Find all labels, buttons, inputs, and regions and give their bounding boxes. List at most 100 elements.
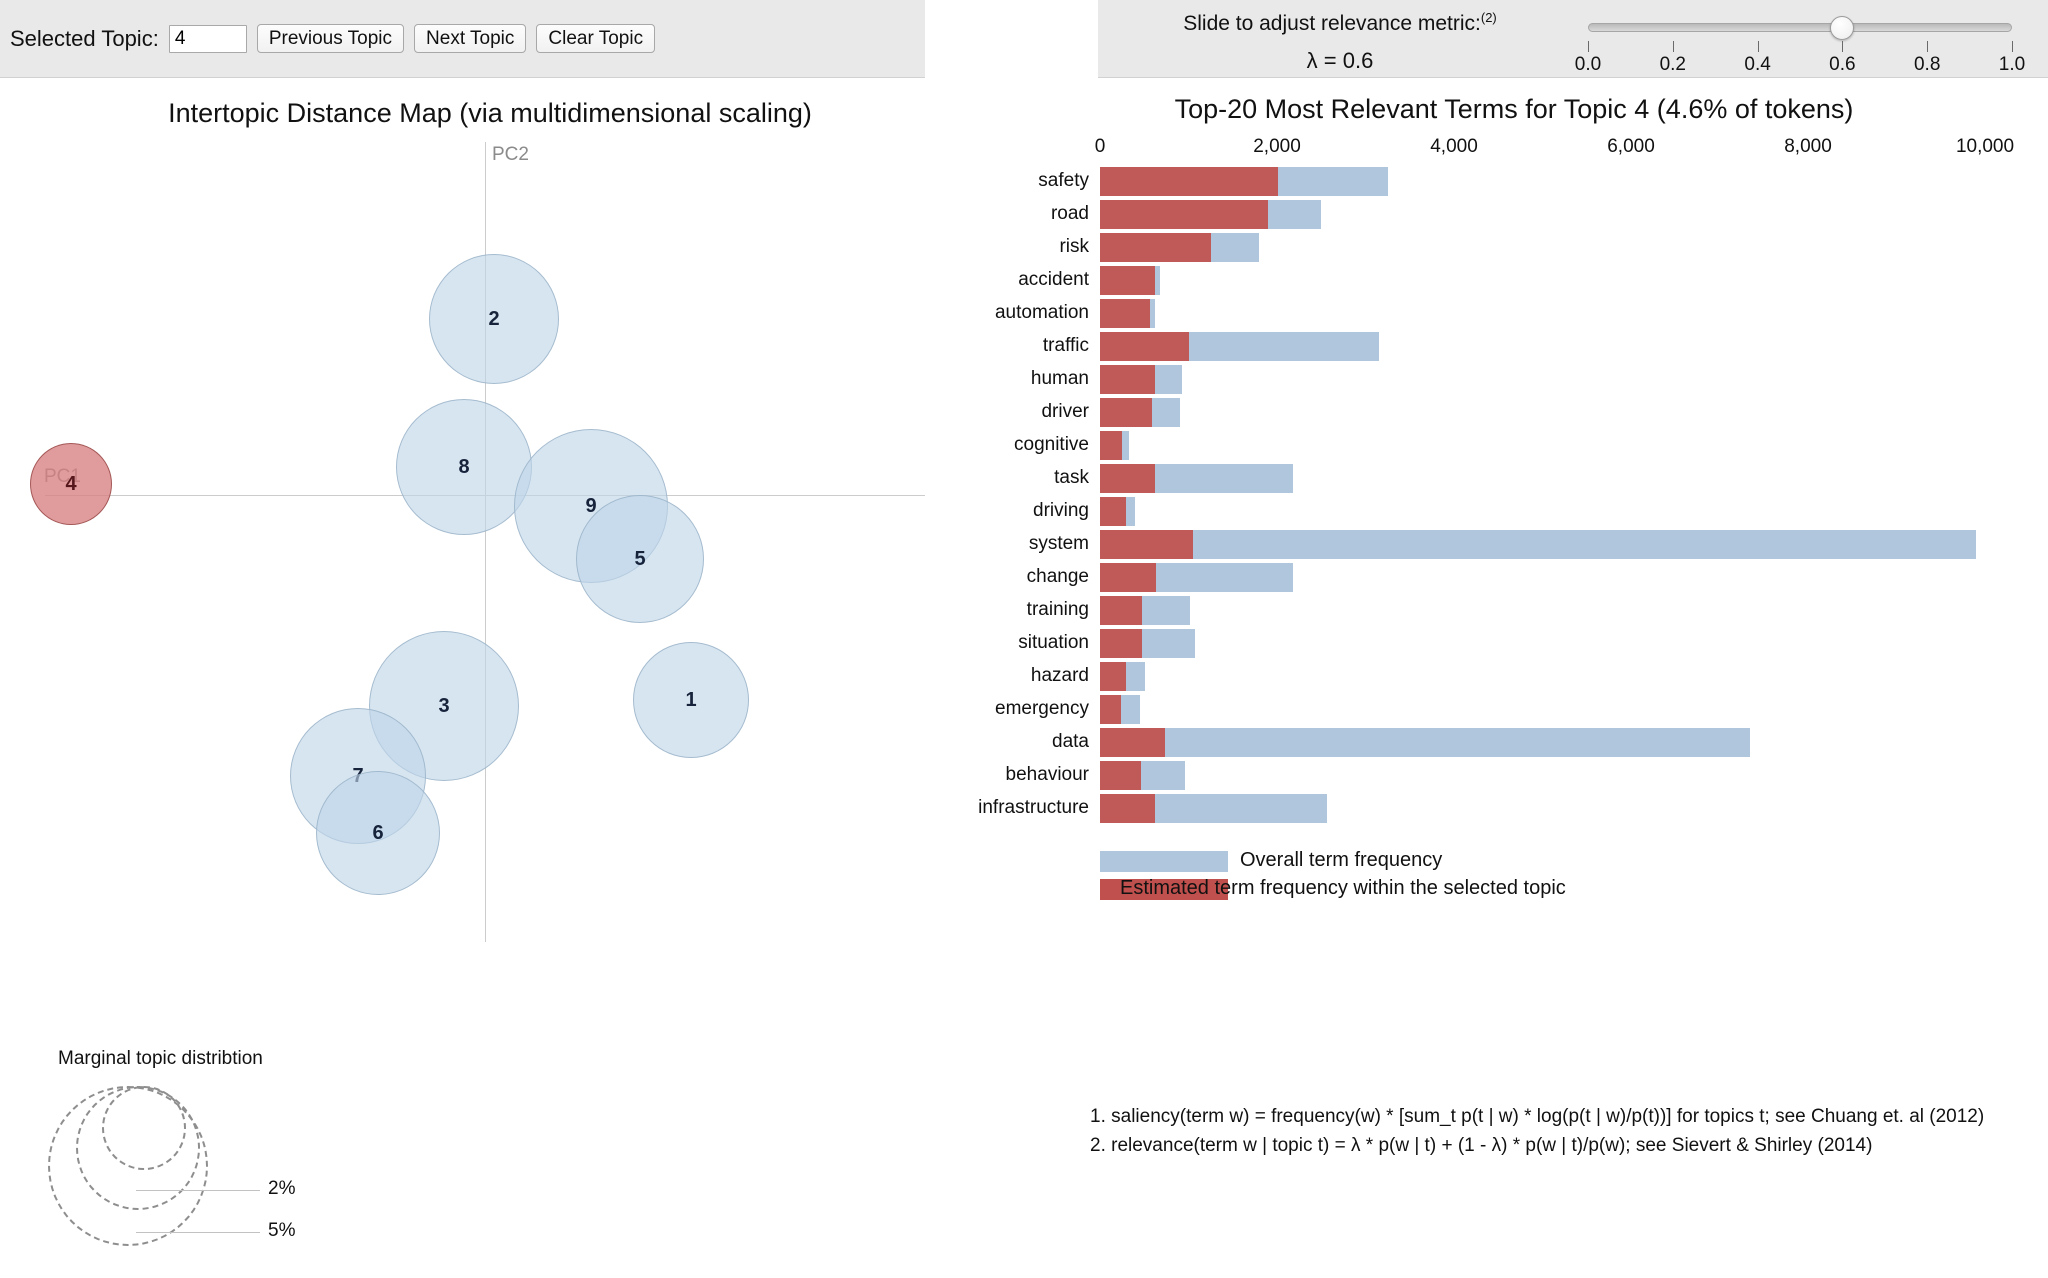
overall-frequency-bar[interactable] (1100, 728, 1751, 757)
term-bar-stack (1100, 200, 1322, 229)
term-label[interactable]: data (898, 731, 1098, 753)
selected-topic-frequency-bar[interactable] (1100, 398, 1153, 427)
term-label[interactable]: behaviour (898, 764, 1098, 786)
term-bar-row[interactable]: hazard (980, 661, 2048, 694)
term-label[interactable]: hazard (898, 665, 1098, 687)
selected-topic-frequency-bar[interactable] (1100, 728, 1165, 757)
selected-topic-input[interactable] (168, 24, 247, 53)
barchart-legend-row: Overall term frequency (1100, 848, 2000, 876)
term-bar-row[interactable]: driving (980, 496, 2048, 529)
selected-topic-label: Selected Topic: (10, 25, 159, 51)
footnote-relevance: 2. relevance(term w | topic t) = λ * p(w… (1090, 1135, 1873, 1156)
term-label[interactable]: traffic (898, 335, 1098, 357)
term-bar-row[interactable]: behaviour (980, 760, 2048, 793)
selected-topic-frequency-bar[interactable] (1100, 563, 1156, 592)
topic-bubble-8[interactable]: 8 (396, 399, 532, 535)
clear-topic-button[interactable]: Clear Topic (536, 24, 656, 53)
term-bar-row[interactable]: training (980, 595, 2048, 628)
term-label[interactable]: change (898, 566, 1098, 588)
slider-handle[interactable] (1830, 16, 1855, 40)
overall-frequency-bar[interactable] (1100, 530, 1977, 559)
term-bar-row[interactable]: human (980, 364, 2048, 397)
selected-topic-frequency-bar[interactable] (1100, 794, 1155, 823)
selected-topic-frequency-bar[interactable] (1100, 662, 1126, 691)
term-label[interactable]: infrastructure (898, 797, 1098, 819)
topic-bubble-label: 8 (458, 455, 470, 478)
selected-topic-frequency-bar[interactable] (1100, 167, 1278, 196)
term-bar-stack (1100, 695, 1140, 724)
term-bar-row[interactable]: situation (980, 628, 2048, 661)
legend-label-selected: Estimated term frequency within the sele… (1120, 877, 1566, 899)
selected-topic-frequency-bar[interactable] (1100, 332, 1190, 361)
selected-topic-frequency-bar[interactable] (1100, 200, 1269, 229)
term-bar-row[interactable]: safety (980, 166, 2048, 199)
term-label[interactable]: safety (898, 170, 1098, 192)
lambda-slider[interactable]: 0.0 0.2 0.4 0.6 0.8 1.0 (1575, 8, 2026, 76)
selected-topic-frequency-bar[interactable] (1100, 464, 1155, 493)
topic-bubble-2[interactable]: 2 (429, 254, 559, 384)
selected-topic-frequency-bar[interactable] (1100, 233, 1211, 262)
topic-bubble-4[interactable]: 4 (30, 443, 112, 525)
marginal-topic-distribution-legend: Marginal topic distribtion 2% 5% (40, 1048, 400, 1278)
term-bar-stack (1100, 431, 1130, 460)
term-label[interactable]: situation (898, 632, 1098, 654)
term-bar-row[interactable]: risk (980, 232, 2048, 265)
term-bar-row[interactable]: traffic (980, 331, 2048, 364)
term-label[interactable]: human (898, 368, 1098, 390)
term-bar-row[interactable]: data (980, 727, 2048, 760)
previous-topic-button[interactable]: Previous Topic (256, 24, 405, 53)
topic-bubble-label: 6 (372, 821, 384, 844)
term-bar-row[interactable]: driver (980, 397, 2048, 430)
term-bar-stack (1100, 662, 1146, 691)
slider-track[interactable] (1588, 23, 2012, 32)
term-label[interactable]: accident (898, 269, 1098, 291)
term-bar-row[interactable]: automation (980, 298, 2048, 331)
term-bar-stack (1100, 497, 1135, 526)
term-bar-row[interactable]: change (980, 562, 2048, 595)
term-bar-row[interactable]: road (980, 199, 2048, 232)
topic-bubble-6[interactable]: 6 (316, 771, 440, 895)
relevance-metric-text: Slide to adjust relevance metric: (1183, 12, 1481, 35)
term-bar-row[interactable]: cognitive (980, 430, 2048, 463)
term-bar-row[interactable]: accident (980, 265, 2048, 298)
marginal-circle-small (102, 1086, 186, 1170)
term-label[interactable]: system (898, 533, 1098, 555)
barchart-x-axis: 0 2,000 4,000 6,000 8,000 10,000 (980, 136, 2048, 166)
topic-bubble-1[interactable]: 1 (633, 642, 749, 758)
term-bar-stack (1100, 728, 1751, 757)
selected-topic-frequency-bar[interactable] (1100, 695, 1122, 724)
selected-topic-frequency-bar[interactable] (1100, 266, 1155, 295)
selected-topic-frequency-bar[interactable] (1100, 431, 1123, 460)
topic-bubble-5[interactable]: 5 (576, 495, 704, 623)
term-bar-stack (1100, 563, 1293, 592)
term-label[interactable]: road (898, 203, 1098, 225)
selected-topic-frequency-bar[interactable] (1100, 299, 1150, 328)
selected-topic-frequency-bar[interactable] (1100, 629, 1143, 658)
term-label[interactable]: driver (898, 401, 1098, 423)
term-label[interactable]: training (898, 599, 1098, 621)
selected-topic-frequency-bar[interactable] (1100, 596, 1143, 625)
slider-tick-0.2 (1672, 41, 1674, 52)
selected-topic-frequency-bar[interactable] (1100, 365, 1155, 394)
term-bar-stack (1100, 299, 1155, 328)
next-topic-button[interactable]: Next Topic (414, 24, 527, 53)
term-bar-row[interactable]: system (980, 529, 2048, 562)
term-bar-row[interactable]: infrastructure (978, 793, 2048, 826)
term-bar-row[interactable]: task (980, 463, 2048, 496)
term-label[interactable]: emergency (898, 698, 1098, 720)
slider-tick-0.8 (1927, 41, 1929, 52)
term-label[interactable]: driving (898, 500, 1098, 522)
barchart-legend: Overall term frequency Estimated term fre… (1100, 848, 2000, 904)
term-bar-row[interactable]: emergency (980, 694, 2048, 727)
term-bar-stack (1100, 530, 1977, 559)
topic-bubble-label: 2 (488, 307, 500, 330)
footnote-group: 1. saliency(term w) = frequency(w) * [su… (1090, 1102, 2048, 1160)
term-label[interactable]: task (898, 467, 1098, 489)
selected-topic-frequency-bar[interactable] (1100, 530, 1193, 559)
term-label[interactable]: automation (898, 302, 1098, 324)
term-label[interactable]: risk (898, 236, 1098, 258)
selected-topic-frequency-bar[interactable] (1100, 497, 1126, 526)
x-tick-label-2000: 2,000 (1253, 136, 1301, 157)
selected-topic-frequency-bar[interactable] (1100, 761, 1141, 790)
term-label[interactable]: cognitive (898, 434, 1098, 456)
